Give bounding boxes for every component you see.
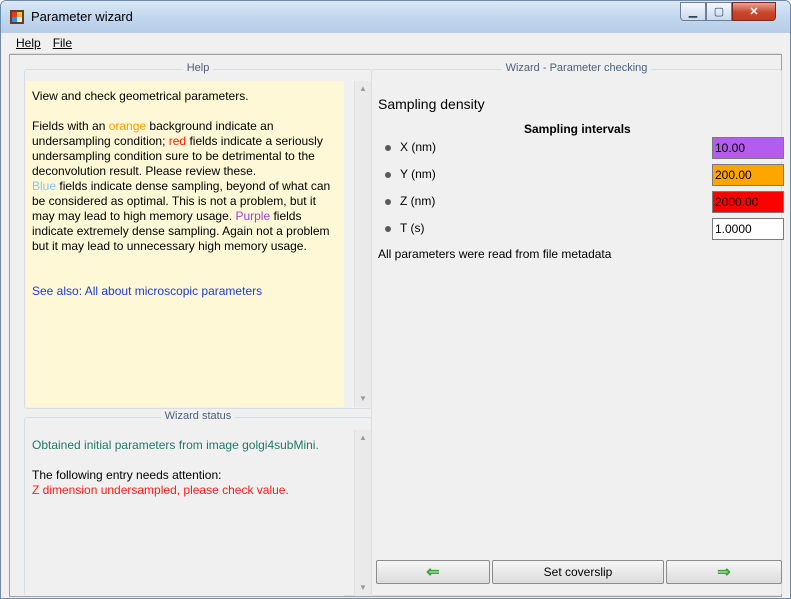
param-input-z[interactable] (712, 191, 784, 213)
close-button[interactable]: ✕ (732, 2, 776, 21)
bullet-icon (385, 172, 391, 178)
scroll-up-icon[interactable]: ▲ (355, 430, 371, 446)
help-paragraph-2: Fields with an orange background indicat… (32, 119, 338, 179)
menu-help-label: Help (16, 36, 41, 50)
parameter-wizard-window: Parameter wizard ▁ ▢ ✕ Help File Help Vi… (0, 0, 791, 599)
param-row-z: Z (nm) (382, 191, 784, 213)
menu-file[interactable]: File (47, 36, 78, 50)
window-title: Parameter wizard (31, 9, 133, 24)
wizard-status-group: Wizard status Obtained initial parameter… (24, 410, 372, 596)
help-title-text: Help (182, 62, 214, 74)
help-orange-word: orange (108, 119, 147, 133)
help-scrollbar[interactable]: ▲ ▼ (354, 81, 371, 407)
param-input-y[interactable] (712, 164, 784, 186)
minimize-icon: ▁ (688, 6, 698, 18)
minimize-button[interactable]: ▁ (680, 2, 706, 21)
scroll-up-icon[interactable]: ▲ (355, 81, 371, 97)
bullet-icon (385, 145, 391, 151)
window-controls: ▁ ▢ ✕ (680, 2, 776, 21)
status-text-area[interactable]: Obtained initial parameters from image g… (26, 430, 344, 596)
scroll-down-icon[interactable]: ▼ (355, 580, 371, 596)
bullet-icon (385, 199, 391, 205)
arrow-right-icon: ⇒ (717, 564, 731, 581)
param-input-t[interactable] (712, 218, 784, 240)
help-blue-word: Blue (32, 179, 57, 193)
help-intro: View and check geometrical parameters. (32, 89, 249, 103)
status-line-3: Z dimension undersampled, please check v… (32, 483, 289, 497)
wizard-content: Sampling density Sampling intervals X (n… (372, 70, 784, 595)
param-row-y: Y (nm) (382, 164, 784, 186)
back-button[interactable]: ⇐ (376, 560, 490, 584)
bullet-icon (385, 226, 391, 232)
next-button[interactable]: ⇒ (666, 560, 782, 584)
navigation-bar: ⇐ Set coverslip ⇒ (372, 560, 782, 586)
help-purple-word: Purple (235, 209, 271, 223)
menu-file-label: File (52, 36, 73, 50)
status-group-title: Wizard status (25, 410, 371, 422)
param-row-t: T (s) (382, 218, 784, 240)
param-input-x[interactable] (712, 137, 784, 159)
status-line-2: The following entry needs attention: (32, 468, 222, 482)
menu-help[interactable]: Help (10, 36, 47, 50)
app-icon (10, 10, 24, 24)
title-bar: Parameter wizard ▁ ▢ ✕ (1, 1, 790, 33)
section-title: Sampling density (378, 96, 485, 112)
help-red-word: red (168, 134, 187, 148)
help-group: Help View and check geometrical paramete… (24, 62, 372, 409)
param-label-x: X (nm) (400, 140, 436, 154)
maximize-button[interactable]: ▢ (706, 2, 732, 21)
param-label-y: Y (nm) (400, 167, 436, 181)
help-paragraph-3: Blue fields indicate dense sampling, bey… (32, 179, 338, 254)
param-label-t: T (s) (400, 221, 425, 235)
help-group-title: Help (25, 62, 371, 74)
help-p2a: Fields with an (32, 119, 109, 133)
status-title-text: Wizard status (160, 410, 236, 422)
help-text-area[interactable]: View and check geometrical parameters. F… (26, 81, 344, 407)
menu-bar: Help File (10, 33, 781, 54)
metadata-note: All parameters were read from file metad… (378, 247, 612, 261)
scroll-down-icon[interactable]: ▼ (355, 391, 371, 407)
status-line-1: Obtained initial parameters from image g… (32, 438, 319, 452)
content-frame: Help View and check geometrical paramete… (9, 54, 784, 597)
set-coverslip-label: Set coverslip (543, 565, 613, 579)
set-coverslip-button[interactable]: Set coverslip (492, 560, 664, 584)
see-also-link[interactable]: See also: All about microscopic paramete… (32, 284, 338, 299)
wizard-parameter-group: Wizard - Parameter checking Sampling den… (371, 62, 784, 596)
close-icon: ✕ (749, 6, 759, 18)
sampling-intervals-title: Sampling intervals (524, 122, 631, 136)
param-label-z: Z (nm) (400, 194, 436, 208)
status-scrollbar[interactable]: ▲ ▼ (354, 430, 371, 596)
param-row-x: X (nm) (382, 137, 784, 159)
arrow-left-icon: ⇐ (426, 564, 440, 581)
maximize-icon: ▢ (713, 6, 725, 18)
